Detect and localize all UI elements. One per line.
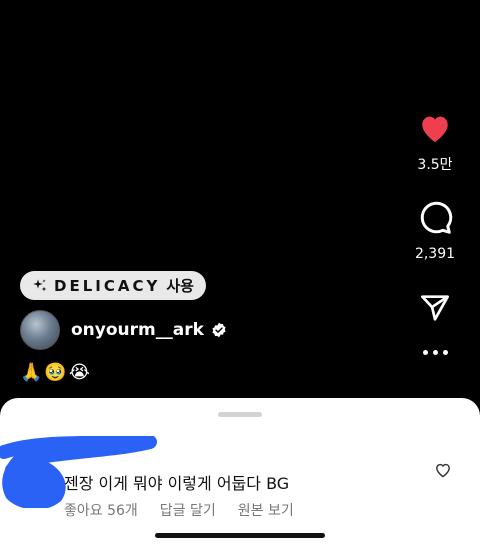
effect-chip[interactable]: DELICACY 사용	[20, 271, 206, 300]
see-original-button[interactable]: 원본 보기	[238, 500, 294, 520]
comment-button[interactable]: 2,391	[390, 200, 480, 262]
home-indicator	[155, 533, 325, 538]
reel-action-rail: 3.5만 2,391	[390, 0, 480, 400]
effect-name: DELICACY	[54, 276, 161, 295]
comment-text: 젠장 이게 뭐야 이렇게 어둡다 BG	[64, 474, 290, 493]
verified-badge-icon	[212, 322, 226, 338]
author-username[interactable]: onyourm__ark	[71, 320, 204, 340]
more-options-button[interactable]	[390, 350, 480, 355]
like-button[interactable]: 3.5만	[390, 112, 480, 174]
comment-actions: 좋아요 56개 답글 달기 원본 보기	[64, 500, 294, 520]
author-row: onyourm__ark	[20, 310, 227, 350]
effect-use-label: 사용	[166, 277, 194, 295]
heart-outline-icon	[436, 463, 450, 478]
avatar[interactable]	[20, 310, 60, 350]
heart-filled-icon	[422, 116, 448, 143]
comment-like-button[interactable]	[434, 462, 452, 482]
like-count: 3.5만	[417, 157, 453, 173]
paper-plane-icon	[421, 295, 449, 321]
caption-emojis: 🙏🥹😭	[20, 362, 92, 383]
sparkle-icon	[33, 278, 47, 291]
reply-button[interactable]: 답글 달기	[160, 500, 216, 520]
comment-count: 2,391	[414, 246, 456, 262]
more-dots-icon	[390, 350, 480, 355]
comment-likes-count[interactable]: 좋아요 56개	[64, 500, 138, 520]
comments-sheet: 젠장 이게 뭐야 이렇게 어둡다 BG 좋아요 56개 답글 달기 원본 보기	[0, 398, 480, 550]
share-button[interactable]	[390, 292, 480, 328]
comment-bubble-icon	[420, 201, 453, 234]
sheet-drag-handle[interactable]	[218, 412, 262, 417]
